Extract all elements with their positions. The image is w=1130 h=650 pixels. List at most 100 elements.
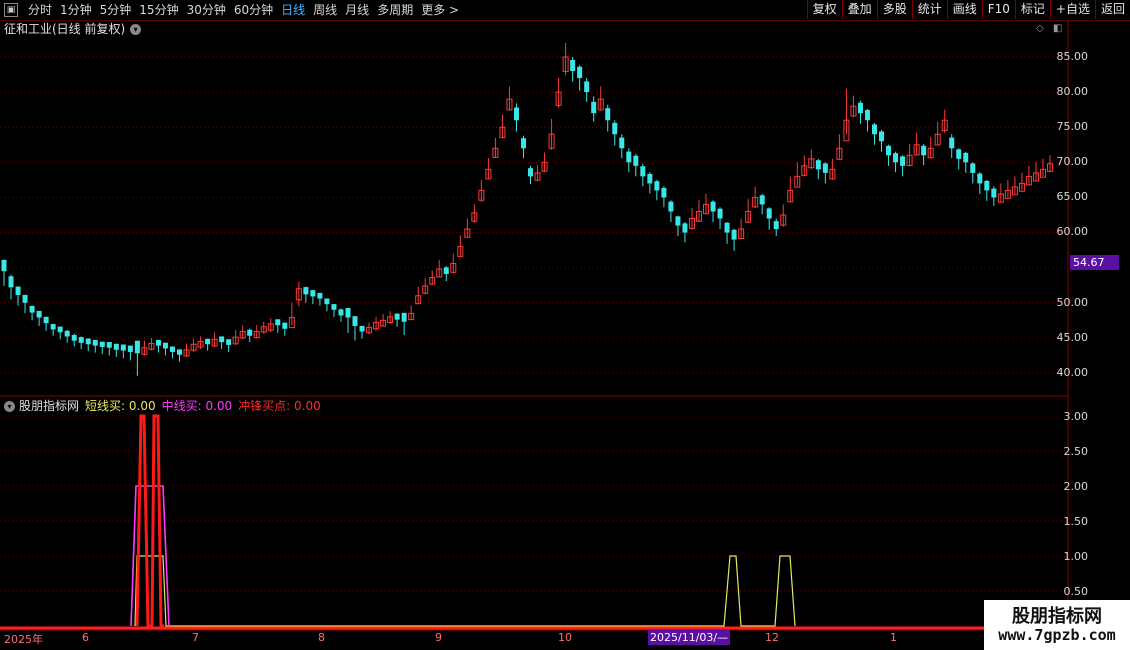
kline-chart[interactable] — [0, 0, 1130, 650]
candle-body — [949, 137, 955, 149]
chart-window-icons: ◇ ◧ — [1036, 23, 1062, 34]
candle-body — [605, 108, 611, 121]
candle-body — [520, 138, 526, 149]
x-label: 9 — [435, 631, 442, 644]
x-label: 7 — [192, 631, 199, 644]
candle-body — [219, 336, 225, 343]
candle-body — [893, 153, 899, 163]
candle-body — [619, 137, 625, 149]
candle-body — [162, 342, 168, 349]
candle-body — [977, 173, 983, 184]
candle-body — [78, 337, 84, 343]
candle-body — [991, 188, 997, 198]
y-tick: 45.00 — [1056, 331, 1089, 344]
candle-body — [120, 344, 126, 351]
candle-body — [275, 319, 281, 326]
candle-body — [682, 223, 688, 233]
candle-body — [205, 338, 211, 345]
candle-body — [50, 324, 56, 330]
candle-body — [1, 259, 7, 272]
candle-body — [177, 349, 183, 355]
candle-body — [717, 208, 723, 219]
candlesticks — [1, 42, 1053, 376]
candle-body — [970, 163, 976, 173]
y-tick: 40.00 — [1056, 366, 1089, 379]
x-label: 10 — [558, 631, 572, 644]
candle-body — [15, 286, 21, 296]
candle-body — [577, 66, 583, 79]
ind-y-tick: 2.00 — [1063, 480, 1089, 493]
candle-body — [324, 298, 330, 305]
candle-body — [303, 287, 309, 295]
candle-body — [282, 322, 288, 329]
x-label: 2025年 — [4, 633, 43, 646]
candle-body — [127, 345, 133, 352]
candle-body — [773, 221, 779, 230]
candle-body — [247, 329, 253, 336]
y-tick: 85.00 — [1056, 50, 1089, 63]
candle-body — [724, 222, 730, 233]
indicator-title: ▾ 股朋指标网 短线买: 0.00 中线买: 0.00 冲锋买点: 0.00 — [4, 398, 321, 414]
watermark: 股朋指标网 www.7gpzb.com — [984, 600, 1130, 650]
x-label: 12 — [765, 631, 779, 644]
chevron-down-icon[interactable]: ▾ — [4, 400, 15, 412]
candle-body — [155, 339, 161, 346]
candle-body — [43, 316, 49, 324]
watermark-url: www.7gpzb.com — [998, 626, 1116, 644]
diamond-icon[interactable]: ◇ — [1036, 23, 1044, 34]
candle-body — [886, 145, 892, 156]
candle-body — [963, 152, 969, 163]
candle-body — [857, 102, 863, 114]
candle-body — [22, 294, 28, 303]
y-tick: 65.00 — [1056, 190, 1089, 203]
candle-body — [359, 325, 365, 332]
candle-body — [113, 343, 119, 350]
candle-body — [759, 195, 765, 205]
candle-body — [317, 292, 323, 299]
candle-body — [654, 181, 660, 191]
candle-body — [612, 122, 618, 135]
x-label: 6 — [82, 631, 89, 644]
candle-body — [528, 168, 534, 177]
candle-body — [626, 151, 632, 163]
candle-body — [900, 156, 906, 166]
indicator-series-line — [135, 414, 164, 628]
candle-body — [570, 59, 576, 72]
candle-body — [668, 201, 674, 212]
candle-body — [57, 326, 63, 333]
candle-body — [815, 160, 821, 170]
ind-y-tick: 0.50 — [1063, 585, 1089, 598]
ind-y-tick: 1.50 — [1063, 515, 1089, 528]
candle-body — [640, 166, 646, 177]
ind-y-tick: 3.00 — [1063, 410, 1089, 423]
candle-body — [871, 124, 877, 135]
candle-body — [584, 81, 590, 93]
maximize-icon[interactable]: ◧ — [1053, 23, 1062, 34]
chevron-down-icon[interactable]: ▾ — [130, 23, 142, 35]
mid-buy-label: 中线买: 0.00 — [161, 399, 233, 413]
candle-body — [513, 107, 519, 121]
chart-title: 征和工业(日线 前复权) ▾ — [4, 21, 142, 37]
y-tick: 50.00 — [1056, 296, 1089, 309]
candle-body — [8, 276, 14, 288]
candle-body — [984, 180, 990, 191]
candle-body — [36, 310, 42, 318]
candle-body — [352, 316, 358, 326]
candle-body — [310, 290, 316, 297]
watermark-title: 股朋指标网 — [1012, 606, 1102, 627]
candle-body — [64, 330, 70, 337]
candle-body — [921, 145, 927, 156]
charge-buy-label: 冲锋买点: 0.00 — [238, 399, 321, 413]
candle-body — [99, 341, 105, 348]
crosshair-date-label: 2025/11/03/— — [648, 630, 731, 645]
candle-body — [85, 338, 91, 345]
candle-body — [864, 110, 870, 121]
candle-body — [591, 101, 597, 114]
candle-body — [675, 216, 681, 226]
candle-body — [169, 346, 175, 352]
current-price-tag: 54.67 — [1070, 255, 1119, 270]
candle-body — [71, 335, 77, 341]
candle-body — [766, 208, 772, 219]
candle-body — [394, 313, 400, 320]
candle-body — [331, 304, 337, 310]
